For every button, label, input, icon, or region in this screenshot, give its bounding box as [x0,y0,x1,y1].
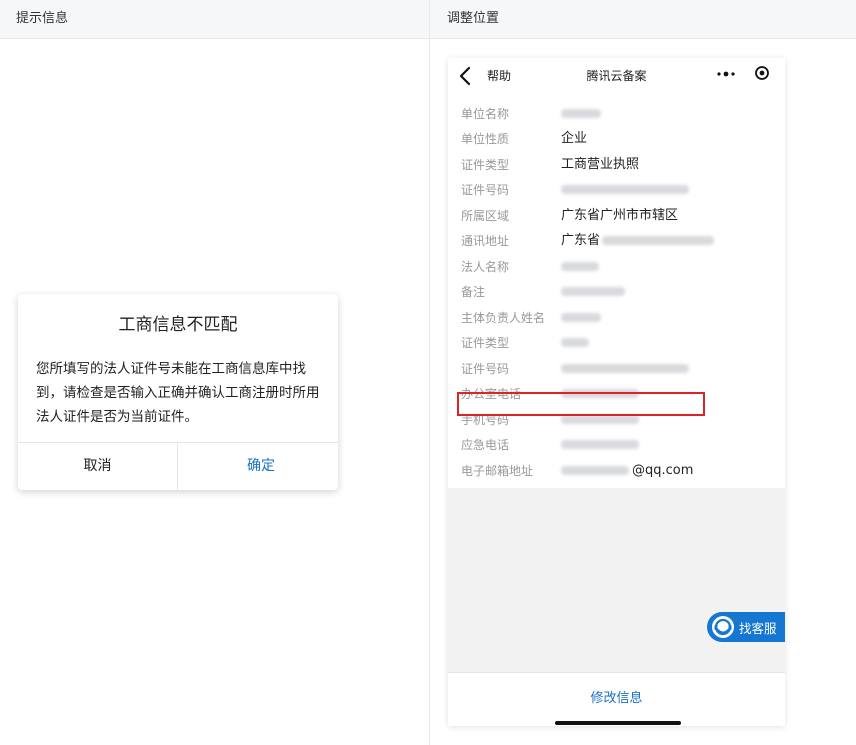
info-row: 备注 [461,282,781,302]
row-value: 广东省广州市市辖区 [561,208,679,223]
info-row: 通讯地址 广东省 [461,231,781,251]
row-label: 备注 [461,285,486,299]
row-value [561,333,589,353]
row-label: 证件类型 [461,158,510,172]
row-value: 工商营业执照 [561,157,640,172]
row-label: 主体负责人姓名 [461,311,546,325]
info-row: 电子邮箱地址 @qq.com [461,461,781,481]
column-header-row: 提示信息 调整位置 [0,0,856,39]
phone-screen: 帮助 腾讯云备案 单位名称 单位性质 企业 证件类型 工商营业执照 证件号码 所… [448,58,785,726]
mismatch-dialog: 工商信息不匹配 您所填写的法人证件号未能在工商信息库中找到，请检查是否输入正确并… [18,294,338,490]
info-row: 所属区域 广东省广州市市辖区 [461,206,781,226]
support-label: 找客服 [739,621,777,636]
info-row: 证件类型 [461,333,781,353]
confirm-button[interactable]: 确定 [181,443,338,490]
row-value [561,308,601,328]
support-button[interactable]: 找客服 [707,612,785,642]
modify-info-button[interactable]: 修改信息 [448,687,785,706]
row-value [561,435,639,455]
close-target-icon[interactable] [754,65,770,81]
column-divider [429,0,430,745]
dialog-title: 工商信息不匹配 [118,315,238,335]
home-indicator [555,721,681,725]
row-value: 企业 [561,131,588,146]
dialog-buttons: 取消 确定 [18,442,338,490]
info-list: 单位名称 单位性质 企业 证件类型 工商营业执照 证件号码 所属区域 广东省广州… [448,94,785,488]
row-value [561,359,689,379]
nav-bar: 帮助 腾讯云备案 [448,58,785,94]
row-value: @qq.com [561,461,693,481]
info-row: 单位名称 [461,104,781,124]
row-label: 单位性质 [461,132,510,146]
row-value [561,257,599,277]
info-row: 应急电话 [461,435,781,455]
row-label: 证件类型 [461,336,510,350]
info-row: 证件类型 工商营业执照 [461,155,781,175]
row-value [561,104,601,124]
info-row: 单位性质 企业 [461,129,781,149]
support-icon [712,616,734,638]
highlight-box [457,392,705,416]
row-label: 法人名称 [461,260,510,274]
row-value [561,282,625,302]
cancel-button[interactable]: 取消 [18,443,178,490]
column-header-prompt: 提示信息 [16,11,69,26]
info-row: 证件号码 [461,180,781,200]
row-value: 广东省 [561,231,715,251]
info-row: 法人名称 [461,257,781,277]
row-label: 证件号码 [461,183,510,197]
column-header-position: 调整位置 [447,11,500,26]
dialog-message: 您所填写的法人证件号未能在工商信息库中找到，请检查是否输入正确并确认工商注册时所… [36,361,320,425]
row-label: 电子邮箱地址 [461,464,534,478]
info-row: 证件号码 [461,359,781,379]
row-label: 单位名称 [461,107,510,121]
page: 提示信息 调整位置 工商信息不匹配 您所填写的法人证件号未能在工商信息库中找到，… [0,0,856,745]
row-label: 证件号码 [461,362,510,376]
row-value [561,180,689,200]
row-label: 所属区域 [461,209,510,223]
bottom-bar: 修改信息 [448,672,785,726]
row-label: 通讯地址 [461,234,510,248]
row-label: 应急电话 [461,438,510,452]
more-dots-icon[interactable] [716,67,736,81]
info-row: 主体负责人姓名 [461,308,781,328]
